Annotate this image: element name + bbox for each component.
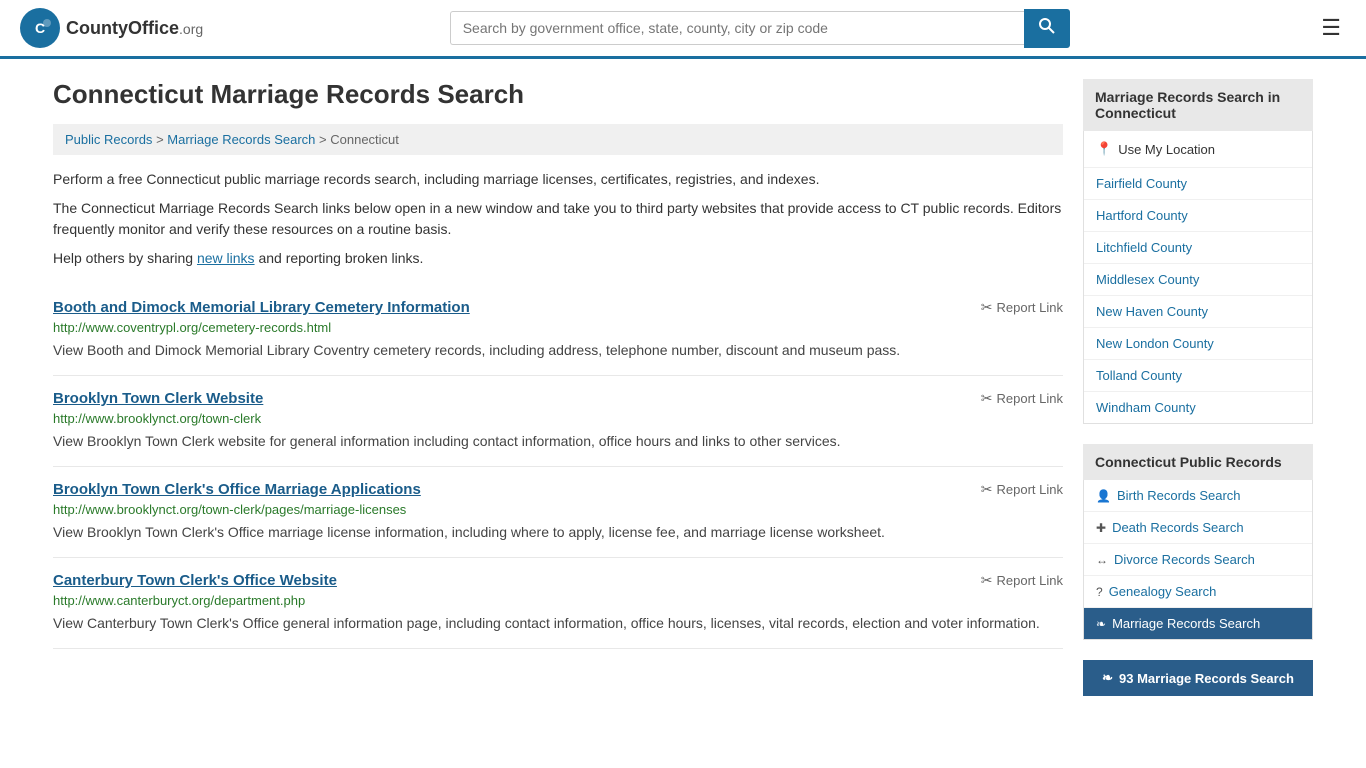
sidebar-item-label: Litchfield County [1096, 240, 1192, 255]
sidebar-public-records-section: Connecticut Public Records 👤 Birth Recor… [1083, 444, 1313, 640]
content-area: Connecticut Marriage Records Search Publ… [53, 79, 1063, 696]
sidebar-item-label: Hartford County [1096, 208, 1188, 223]
breadcrumb-public-records[interactable]: Public Records [65, 132, 152, 147]
logo-area[interactable]: C CountyOffice.org [20, 8, 203, 48]
report-icon-4: ✂ [981, 572, 993, 589]
record-desc-4: View Canterbury Town Clerk's Office gene… [53, 613, 1063, 634]
main-container: Connecticut Marriage Records Search Publ… [33, 59, 1333, 716]
header: C CountyOffice.org ☰ [0, 0, 1366, 59]
search-button[interactable] [1024, 9, 1070, 48]
sidebar-public-records-title: Connecticut Public Records [1083, 444, 1313, 480]
sidebar-item-label: Windham County [1096, 400, 1196, 415]
sidebar-item-label: Birth Records Search [1117, 488, 1241, 503]
sidebar: Marriage Records Search in Connecticut 📍… [1083, 79, 1313, 696]
sidebar-item-litchfield[interactable]: Litchfield County [1084, 232, 1312, 264]
intro-paragraph1: Perform a free Connecticut public marria… [53, 169, 1063, 190]
marriage-badge-icon: ❧ [1102, 670, 1113, 686]
sidebar-item-label: New Haven County [1096, 304, 1208, 319]
sidebar-marriage-content: 📍 Use My Location Fairfield County Hartf… [1083, 131, 1313, 424]
record-url-1[interactable]: http://www.coventrypl.org/cemetery-recor… [53, 320, 1063, 335]
use-location-item[interactable]: 📍 Use My Location [1084, 131, 1312, 168]
record-title-4[interactable]: Canterbury Town Clerk's Office Website [53, 572, 337, 589]
record-desc-3: View Brooklyn Town Clerk's Office marria… [53, 522, 1063, 543]
report-icon-3: ✂ [981, 481, 993, 498]
birth-icon: 👤 [1096, 489, 1111, 503]
report-link-3[interactable]: ✂ Report Link [981, 481, 1063, 498]
sidebar-item-label: Death Records Search [1112, 520, 1244, 535]
sidebar-item-label: New London County [1096, 336, 1214, 351]
sidebar-item-genealogy[interactable]: ? Genealogy Search [1084, 576, 1312, 608]
breadcrumb: Public Records > Marriage Records Search… [53, 124, 1063, 155]
sidebar-marriage-section: Marriage Records Search in Connecticut 📍… [1083, 79, 1313, 424]
breadcrumb-sep2: > [319, 132, 330, 147]
sidebar-item-newhaven[interactable]: New Haven County [1084, 296, 1312, 328]
breadcrumb-connecticut: Connecticut [330, 132, 399, 147]
menu-icon[interactable]: ☰ [1316, 10, 1346, 46]
search-input[interactable] [450, 11, 1024, 45]
death-icon: ✚ [1096, 521, 1106, 535]
record-item: Booth and Dimock Memorial Library Cemete… [53, 285, 1063, 376]
record-desc-2: View Brooklyn Town Clerk website for gen… [53, 431, 1063, 452]
record-title-2[interactable]: Brooklyn Town Clerk Website [53, 390, 263, 407]
location-icon: 📍 [1096, 141, 1112, 157]
record-title-1[interactable]: Booth and Dimock Memorial Library Cemete… [53, 299, 470, 316]
sidebar-item-label: Divorce Records Search [1114, 552, 1255, 567]
sidebar-item-marriage-active[interactable]: ❧ Marriage Records Search [1084, 608, 1312, 639]
sidebar-public-records-content: 👤 Birth Records Search ✚ Death Records S… [1083, 480, 1313, 640]
record-title-3[interactable]: Brooklyn Town Clerk's Office Marriage Ap… [53, 481, 421, 498]
sidebar-item-label: Fairfield County [1096, 176, 1187, 191]
record-item: Brooklyn Town Clerk's Office Marriage Ap… [53, 467, 1063, 558]
breadcrumb-marriage-records[interactable]: Marriage Records Search [167, 132, 315, 147]
sidebar-item-label: Tolland County [1096, 368, 1182, 383]
sidebar-item-newlondon[interactable]: New London County [1084, 328, 1312, 360]
sidebar-item-hartford[interactable]: Hartford County [1084, 200, 1312, 232]
sidebar-item-label: Middlesex County [1096, 272, 1199, 287]
search-area [450, 9, 1070, 48]
sidebar-item-middlesex[interactable]: Middlesex County [1084, 264, 1312, 296]
marriage-records-count-badge[interactable]: ❧ 93 Marriage Records Search [1083, 660, 1313, 696]
marriage-icon: ❧ [1096, 617, 1106, 631]
new-links-link[interactable]: new links [197, 250, 255, 266]
record-item: Canterbury Town Clerk's Office Website ✂… [53, 558, 1063, 649]
sidebar-item-death[interactable]: ✚ Death Records Search [1084, 512, 1312, 544]
divorce-icon: ↔ [1096, 553, 1108, 567]
record-desc-1: View Booth and Dimock Memorial Library C… [53, 340, 1063, 361]
report-link-4[interactable]: ✂ Report Link [981, 572, 1063, 589]
record-url-3[interactable]: http://www.brooklynct.org/town-clerk/pag… [53, 502, 1063, 517]
sidebar-item-windham[interactable]: Windham County [1084, 392, 1312, 423]
logo-icon: C [20, 8, 60, 48]
sidebar-item-label: Genealogy Search [1109, 584, 1217, 599]
sidebar-item-fairfield[interactable]: Fairfield County [1084, 168, 1312, 200]
record-url-2[interactable]: http://www.brooklynct.org/town-clerk [53, 411, 1063, 426]
sidebar-item-label: Marriage Records Search [1112, 616, 1260, 631]
sidebar-item-birth[interactable]: 👤 Birth Records Search [1084, 480, 1312, 512]
sidebar-item-divorce[interactable]: ↔ Divorce Records Search [1084, 544, 1312, 576]
breadcrumb-sep1: > [156, 132, 167, 147]
sidebar-marriage-title: Marriage Records Search in Connecticut [1083, 79, 1313, 131]
marriage-badge-label: 93 Marriage Records Search [1119, 671, 1294, 686]
logo-text: CountyOffice.org [66, 18, 203, 39]
report-icon-1: ✂ [981, 299, 993, 316]
sidebar-item-tolland[interactable]: Tolland County [1084, 360, 1312, 392]
records-list: Booth and Dimock Memorial Library Cemete… [53, 285, 1063, 649]
intro-paragraph2: The Connecticut Marriage Records Search … [53, 198, 1063, 240]
sharing-text: Help others by sharing new links and rep… [53, 248, 1063, 269]
record-url-4[interactable]: http://www.canterburyct.org/department.p… [53, 593, 1063, 608]
page-title: Connecticut Marriage Records Search [53, 79, 1063, 110]
report-icon-2: ✂ [981, 390, 993, 407]
genealogy-icon: ? [1096, 585, 1103, 599]
record-item: Brooklyn Town Clerk Website ✂ Report Lin… [53, 376, 1063, 467]
report-link-2[interactable]: ✂ Report Link [981, 390, 1063, 407]
use-location-label: Use My Location [1118, 142, 1215, 157]
report-link-1[interactable]: ✂ Report Link [981, 299, 1063, 316]
